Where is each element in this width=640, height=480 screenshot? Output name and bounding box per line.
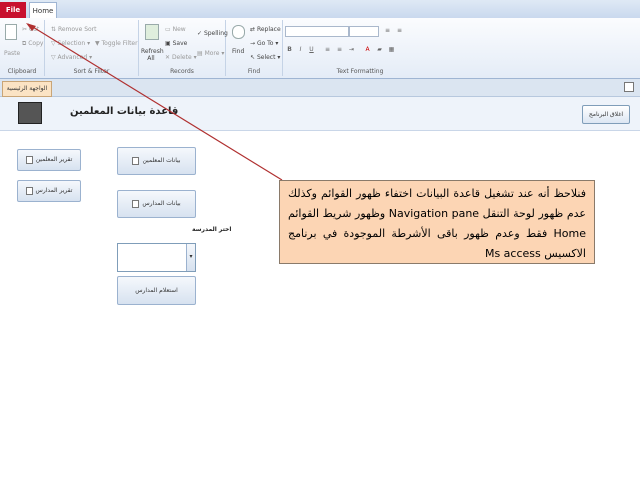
annotation-callout: فنلاحظ أنه عند تشغيل قاعدة البيانات اختف… (279, 180, 595, 264)
arrow-line (27, 23, 283, 181)
arrowhead (26, 23, 36, 31)
